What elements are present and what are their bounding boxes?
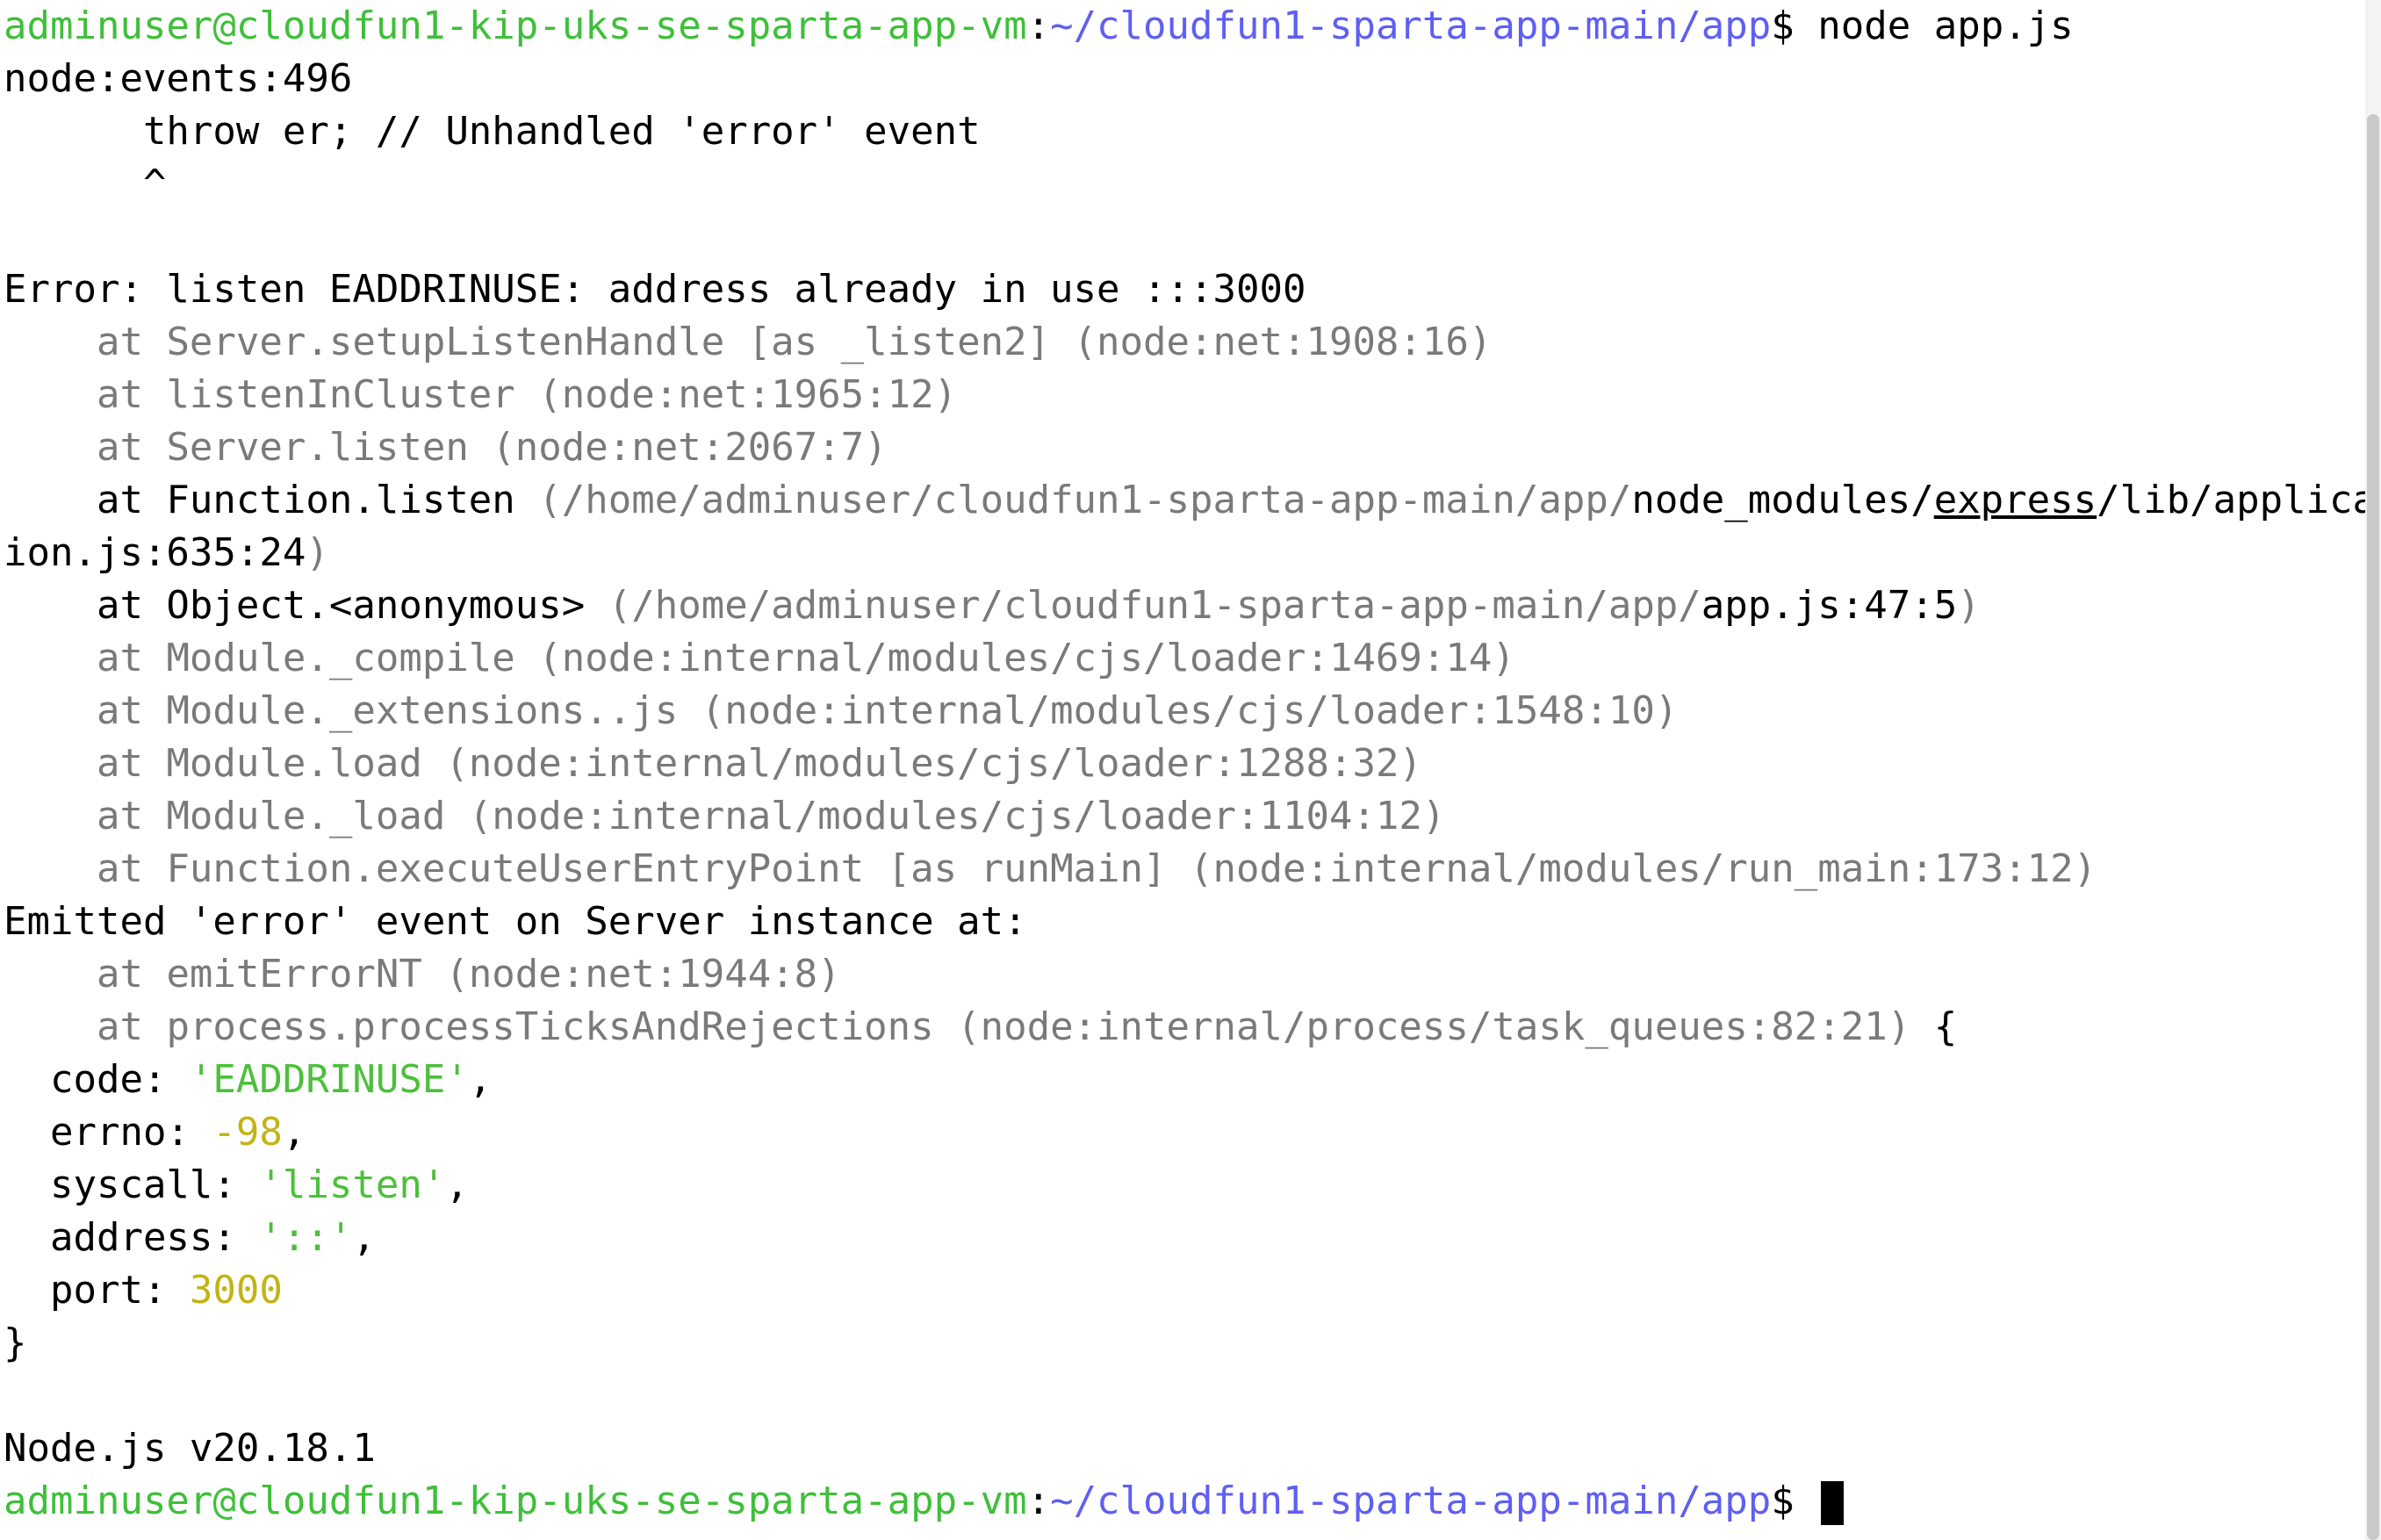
active-prompt-line[interactable]: adminuser@cloudfun1-kip-uks-se-sparta-ap… <box>4 1475 2381 1528</box>
terminal-window[interactable]: adminuser@cloudfun1-kip-uks-se-sparta-ap… <box>0 0 2381 1540</box>
error-property: syscall: 'listen', <box>4 1162 469 1207</box>
error-property: errno: -98, <box>4 1110 306 1155</box>
throw-line: throw er; // Unhandled 'error' event <box>4 109 981 154</box>
stack-trace-line-object-anonymous: at Object.<anonymous> (/home/adminuser/c… <box>4 583 1981 628</box>
error-property: address: '::', <box>4 1215 376 1260</box>
prompt-user-host: adminuser@cloudfun1-kip-uks-se-sparta-ap… <box>4 1479 1027 1523</box>
emitted-line: Emitted 'error' event on Server instance… <box>4 899 1027 944</box>
stack-trace-line: at Server.listen (node:net:2067:7) <box>4 425 888 470</box>
events-line: node:events:496 <box>4 56 353 101</box>
prompt-user-host: adminuser@cloudfun1-kip-uks-se-sparta-ap… <box>4 4 1027 48</box>
stack-trace-line: at Module._compile (node:internal/module… <box>4 636 1515 680</box>
command-prompt-line: adminuser@cloudfun1-kip-uks-se-sparta-ap… <box>4 0 2381 53</box>
stack-trace-line: at Module.load (node:internal/modules/cj… <box>4 741 1422 786</box>
error-property: port: 3000 <box>4 1268 283 1313</box>
close-brace: } <box>4 1321 27 1365</box>
stack-trace-line: at Function.executeUserEntryPoint [as ru… <box>4 846 2097 891</box>
stack-trace-line: at Module._load (node:internal/modules/c… <box>4 794 1446 838</box>
scrollbar-thumb[interactable] <box>2367 114 2379 1540</box>
prompt-colon: : <box>1026 4 1051 48</box>
scrollbar[interactable] <box>2365 0 2381 1540</box>
stack-trace-line: at emitErrorNT (node:net:1944:8) <box>4 952 841 997</box>
prompt-colon: : <box>1026 1479 1051 1523</box>
stack-trace-line-wrap: ion.js:635:24) <box>4 530 329 575</box>
prompt-path: ~/cloudfun1-sparta-app-main/app <box>1050 1479 1772 1523</box>
stack-trace-line: at process.processTicksAndRejections (no… <box>4 1004 1958 1049</box>
prompt-command: node app.js <box>1817 4 2074 48</box>
prompt-path: ~/cloudfun1-sparta-app-main/app <box>1050 4 1772 48</box>
text-cursor[interactable] <box>1821 1481 1845 1525</box>
error-property: code: 'EADDRINUSE', <box>4 1057 493 1102</box>
error-message: Error: listen EADDRINUSE: address alread… <box>4 267 1306 312</box>
prompt-symbol: $ <box>1771 1479 1818 1523</box>
node-version: Node.js v20.18.1 <box>4 1426 376 1471</box>
stack-trace-line: at listenInCluster (node:net:1965:12) <box>4 372 958 417</box>
prompt-symbol: $ <box>1771 4 1818 48</box>
express-link[interactable]: express <box>1934 478 2097 522</box>
stack-trace-line: at Module._extensions..js (node:internal… <box>4 688 1679 733</box>
stack-trace-line-function-listen: at Function.listen (/home/adminuser/clou… <box>4 478 2381 522</box>
stack-trace-line: at Server.setupListenHandle [as _listen2… <box>4 320 1493 364</box>
caret-line: ^ <box>4 162 167 206</box>
